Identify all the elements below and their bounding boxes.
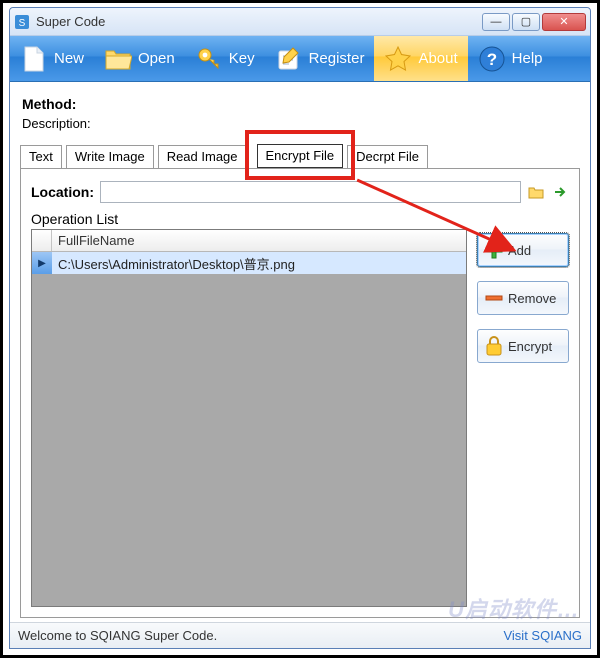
toolbar-register[interactable]: Register xyxy=(265,36,375,81)
browse-folder-icon[interactable] xyxy=(527,183,545,201)
key-icon xyxy=(195,45,223,73)
operation-list-panel: Operation List FullFileName ▶ C:\Users\A… xyxy=(31,211,467,607)
toolbar-about[interactable]: About xyxy=(374,36,467,81)
grid-header: FullFileName xyxy=(32,230,466,252)
toolbar-open-label: Open xyxy=(138,50,175,67)
toolbar-new[interactable]: New xyxy=(10,36,94,81)
method-label: Method: xyxy=(22,96,76,112)
main-row: Operation List FullFileName ▶ C:\Users\A… xyxy=(31,211,569,607)
toolbar-key[interactable]: Key xyxy=(185,36,265,81)
row-indicator-icon: ▶ xyxy=(32,252,52,274)
app-window: S Super Code — ▢ ✕ New Open xyxy=(9,7,591,649)
toolbar-help[interactable]: ? Help xyxy=(468,36,553,81)
toolbar-register-label: Register xyxy=(309,50,365,67)
file-icon xyxy=(20,45,48,73)
tab-decrypt-file[interactable]: Decrpt File xyxy=(347,145,428,168)
help-icon: ? xyxy=(478,45,506,73)
tab-text[interactable]: Text xyxy=(20,145,62,168)
lock-icon xyxy=(484,336,504,356)
minus-icon xyxy=(484,288,504,308)
operation-list-grid[interactable]: FullFileName ▶ C:\Users\Administrator\De… xyxy=(31,229,467,607)
tab-encrypt-file[interactable]: Encrypt File xyxy=(257,144,344,168)
main-toolbar: New Open Key Register xyxy=(10,36,590,82)
toolbar-key-label: Key xyxy=(229,50,255,67)
status-bar: Welcome to SQIANG Super Code. Visit SQIA… xyxy=(10,622,590,648)
location-input[interactable] xyxy=(100,181,521,203)
encrypt-button-label: Encrypt xyxy=(508,339,552,354)
close-button[interactable]: ✕ xyxy=(542,13,586,31)
method-block: Method: Description: xyxy=(20,90,580,141)
add-button[interactable]: Add xyxy=(477,233,569,267)
titlebar: S Super Code — ▢ ✕ xyxy=(10,8,590,36)
table-row[interactable]: ▶ C:\Users\Administrator\Desktop\普京.png xyxy=(32,252,466,274)
add-button-label: Add xyxy=(508,243,531,258)
star-icon xyxy=(384,45,412,73)
content-area: Method: Description: Text Write Image Re… xyxy=(10,82,590,622)
description-label: Description: xyxy=(22,116,578,131)
remove-button[interactable]: Remove xyxy=(477,281,569,315)
tab-strip: Text Write Image Read Image Encrypt File… xyxy=(20,141,580,169)
tab-write-image[interactable]: Write Image xyxy=(66,145,154,168)
column-header-fullfilename[interactable]: FullFileName xyxy=(52,230,466,251)
location-row: Location: xyxy=(31,181,569,203)
toolbar-about-label: About xyxy=(418,50,457,67)
encrypt-button[interactable]: Encrypt xyxy=(477,329,569,363)
svg-text:?: ? xyxy=(486,50,496,69)
window-controls: — ▢ ✕ xyxy=(482,13,586,31)
remove-button-label: Remove xyxy=(508,291,556,306)
app-icon: S xyxy=(14,14,30,30)
folder-icon xyxy=(104,45,132,73)
location-label: Location: xyxy=(31,184,94,200)
status-link[interactable]: Visit SQIANG xyxy=(503,628,582,643)
operation-list-label: Operation List xyxy=(31,211,467,227)
toolbar-help-label: Help xyxy=(512,50,543,67)
toolbar-open[interactable]: Open xyxy=(94,36,185,81)
cell-fullfilename: C:\Users\Administrator\Desktop\普京.png xyxy=(52,254,466,273)
minimize-button[interactable]: — xyxy=(482,13,510,31)
register-icon xyxy=(275,45,303,73)
svg-text:S: S xyxy=(19,18,26,29)
maximize-button[interactable]: ▢ xyxy=(512,13,540,31)
status-welcome: Welcome to SQIANG Super Code. xyxy=(18,628,217,643)
row-header-corner xyxy=(32,230,52,251)
plus-icon xyxy=(484,240,504,260)
app-title: Super Code xyxy=(36,14,482,29)
side-buttons: Add Remove xyxy=(477,211,569,607)
toolbar-new-label: New xyxy=(54,50,84,67)
go-icon[interactable] xyxy=(551,183,569,201)
tab-read-image[interactable]: Read Image xyxy=(158,145,247,168)
tab-panel-encrypt-file: Location: Operation List xyxy=(20,169,580,618)
